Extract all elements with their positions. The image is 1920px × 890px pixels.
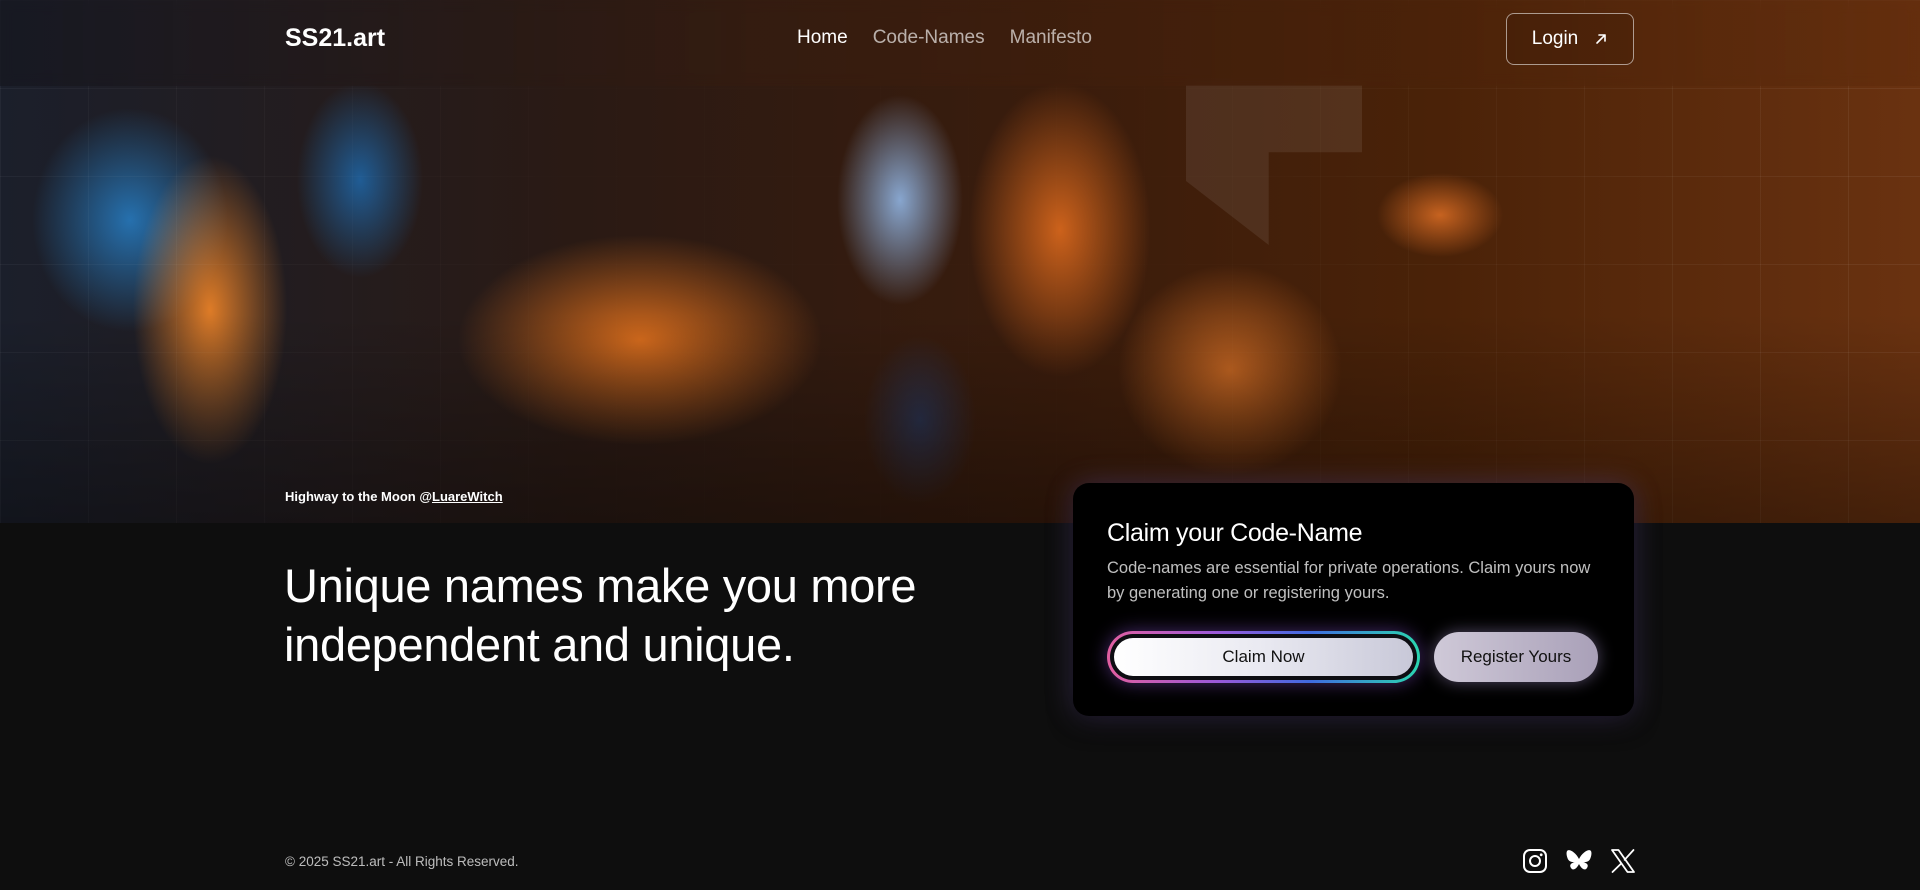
claim-button-frame: Claim Now bbox=[1107, 631, 1420, 683]
page-headline: Unique names make you more independent a… bbox=[284, 559, 917, 671]
bluesky-icon[interactable] bbox=[1565, 847, 1593, 875]
x-icon[interactable] bbox=[1609, 847, 1637, 875]
claim-card-title: Claim your Code-Name bbox=[1107, 519, 1363, 547]
brand-logo[interactable]: SS21.art bbox=[285, 24, 385, 53]
claim-button-inner: Claim Now bbox=[1110, 634, 1417, 680]
claim-card: Claim your Code-Name Code-names are esse… bbox=[1073, 483, 1634, 716]
footer-copyright: © 2025 SS21.art - All Rights Reserved. bbox=[285, 854, 519, 869]
caption-credit-link[interactable]: LuareWitch bbox=[432, 489, 503, 504]
nav-link-home[interactable]: Home bbox=[797, 27, 848, 49]
claim-now-button[interactable]: Claim Now bbox=[1114, 638, 1413, 676]
nav-links: Home Code-Names Manifesto bbox=[797, 27, 1092, 49]
caption-title: Highway to the Moon @ bbox=[285, 489, 432, 504]
instagram-icon[interactable] bbox=[1521, 847, 1549, 875]
claim-card-description: Code-names are essential for private ope… bbox=[1107, 559, 1591, 602]
login-button[interactable]: Login bbox=[1506, 13, 1634, 65]
arrow-up-right-icon bbox=[1594, 32, 1608, 46]
nav-link-code-names[interactable]: Code-Names bbox=[873, 27, 985, 49]
nav-link-manifesto[interactable]: Manifesto bbox=[1010, 27, 1092, 49]
hero-caption: Highway to the Moon @LuareWitch bbox=[285, 489, 503, 504]
register-yours-button[interactable]: Register Yours bbox=[1434, 632, 1598, 682]
login-button-label: Login bbox=[1531, 28, 1579, 49]
top-navigation: SS21.art Home Code-Names Manifesto Login bbox=[0, 0, 1920, 86]
footer-socials bbox=[1521, 847, 1637, 875]
